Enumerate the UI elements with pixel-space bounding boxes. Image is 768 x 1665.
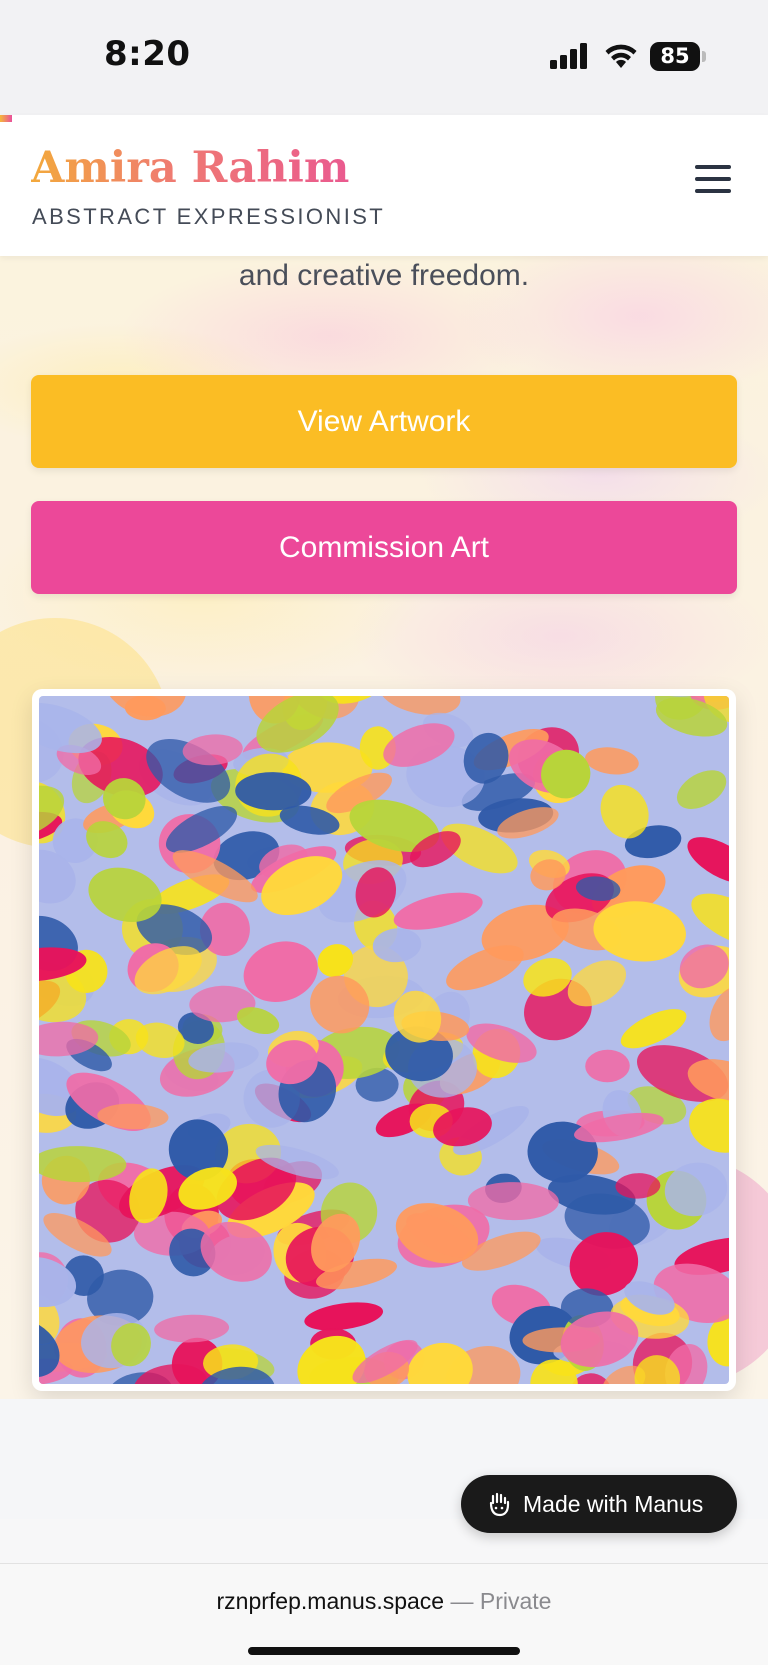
badge-label: Made with Manus	[523, 1490, 704, 1517]
hero-intro-text: and creative freedom.	[238, 259, 530, 292]
home-indicator[interactable]	[248, 1647, 520, 1655]
artist-name-logo[interactable]: Amira Rahim	[31, 143, 349, 193]
battery-tip	[702, 51, 706, 62]
url-privacy-label: — Private	[450, 1588, 552, 1614]
made-with-manus-badge[interactable]: Made with Manus	[461, 1475, 737, 1533]
menu-line	[695, 177, 731, 181]
browser-address-bar[interactable]: rznprfep.manus.space — Private	[0, 1563, 768, 1665]
url-domain: rznprfep.manus.space	[216, 1588, 445, 1614]
battery-icon: 85	[650, 42, 700, 71]
view-artwork-button[interactable]: View Artwork	[31, 375, 737, 468]
site-header: Amira Rahim ABSTRACT EXPRESSIONIST	[0, 115, 768, 256]
commission-art-button[interactable]: Commission Art	[31, 501, 737, 594]
accent-strip	[0, 115, 12, 122]
status-time: 8:20	[104, 34, 191, 74]
signal-icon	[550, 43, 587, 69]
featured-artwork-image	[39, 696, 729, 1384]
hamburger-menu-icon[interactable]	[692, 161, 734, 197]
page: 8:20 85 Amira Rahim ABSTRACT EXPRESSIONI…	[0, 0, 768, 1665]
wifi-icon	[605, 44, 637, 68]
hero-section: and creative freedom. View Artwork Commi…	[0, 256, 768, 1399]
artist-tagline: ABSTRACT EXPRESSIONIST	[32, 204, 386, 229]
menu-line	[695, 189, 731, 193]
url-line: rznprfep.manus.space — Private	[0, 1588, 768, 1615]
status-bar: 8:20 85	[0, 0, 768, 115]
manus-hand-icon	[489, 1492, 510, 1517]
featured-artwork-frame[interactable]	[32, 689, 736, 1391]
menu-line	[695, 165, 731, 169]
